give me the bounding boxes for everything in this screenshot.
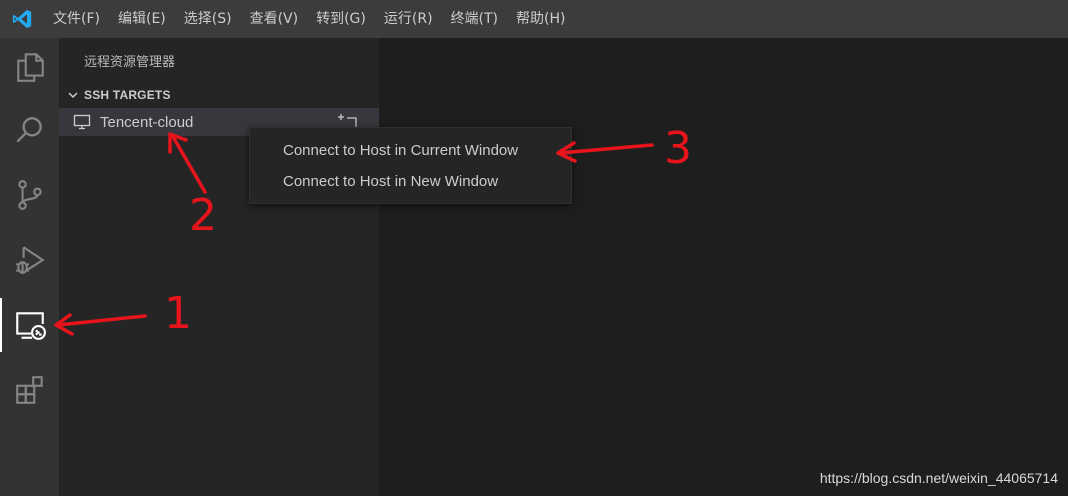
menu-selection[interactable]: 选择(S) <box>175 0 241 38</box>
connect-new-window-menu-item[interactable]: Connect to Host in New Window <box>250 167 571 197</box>
run-debug-icon[interactable] <box>0 231 59 289</box>
remote-explorer-icon[interactable] <box>0 296 59 354</box>
monitor-icon <box>73 112 93 132</box>
menu-bar: 文件(F) 编辑(E) 选择(S) 查看(V) 转到(G) 运行(R) 终端(T… <box>44 0 574 38</box>
menu-edit[interactable]: 编辑(E) <box>109 0 175 38</box>
sidebar: 远程资源管理器 SSH TARGETS Tencent-cloud <box>59 38 379 496</box>
menu-help[interactable]: 帮助(H) <box>507 0 574 38</box>
activity-bar <box>0 38 59 496</box>
extensions-icon[interactable] <box>0 361 59 419</box>
host-label: Tencent-cloud <box>100 113 194 131</box>
menu-view[interactable]: 查看(V) <box>241 0 308 38</box>
search-icon[interactable] <box>0 101 59 159</box>
section-label: SSH TARGETS <box>84 88 171 102</box>
vscode-logo-icon <box>0 0 44 38</box>
chevron-down-icon <box>62 84 84 106</box>
connect-current-window-menu-item[interactable]: Connect to Host in Current Window <box>250 136 571 166</box>
menu-file[interactable]: 文件(F) <box>44 0 109 38</box>
menu-go[interactable]: 转到(G) <box>307 0 375 38</box>
menu-run[interactable]: 运行(R) <box>375 0 442 38</box>
watermark-text: https://blog.csdn.net/weixin_44065714 <box>819 470 1058 486</box>
source-control-icon[interactable] <box>0 166 59 224</box>
editor-area: https://blog.csdn.net/weixin_44065714 <box>379 38 1068 496</box>
menu-terminal[interactable]: 终端(T) <box>442 0 507 38</box>
sidebar-title: 远程资源管理器 <box>84 55 176 70</box>
explorer-icon[interactable] <box>0 38 59 96</box>
ssh-targets-section-header[interactable]: SSH TARGETS <box>59 84 379 106</box>
context-menu: Connect to Host in Current Window Connec… <box>249 127 572 204</box>
title-bar: 文件(F) 编辑(E) 选择(S) 查看(V) 转到(G) 运行(R) 终端(T… <box>0 0 1068 38</box>
